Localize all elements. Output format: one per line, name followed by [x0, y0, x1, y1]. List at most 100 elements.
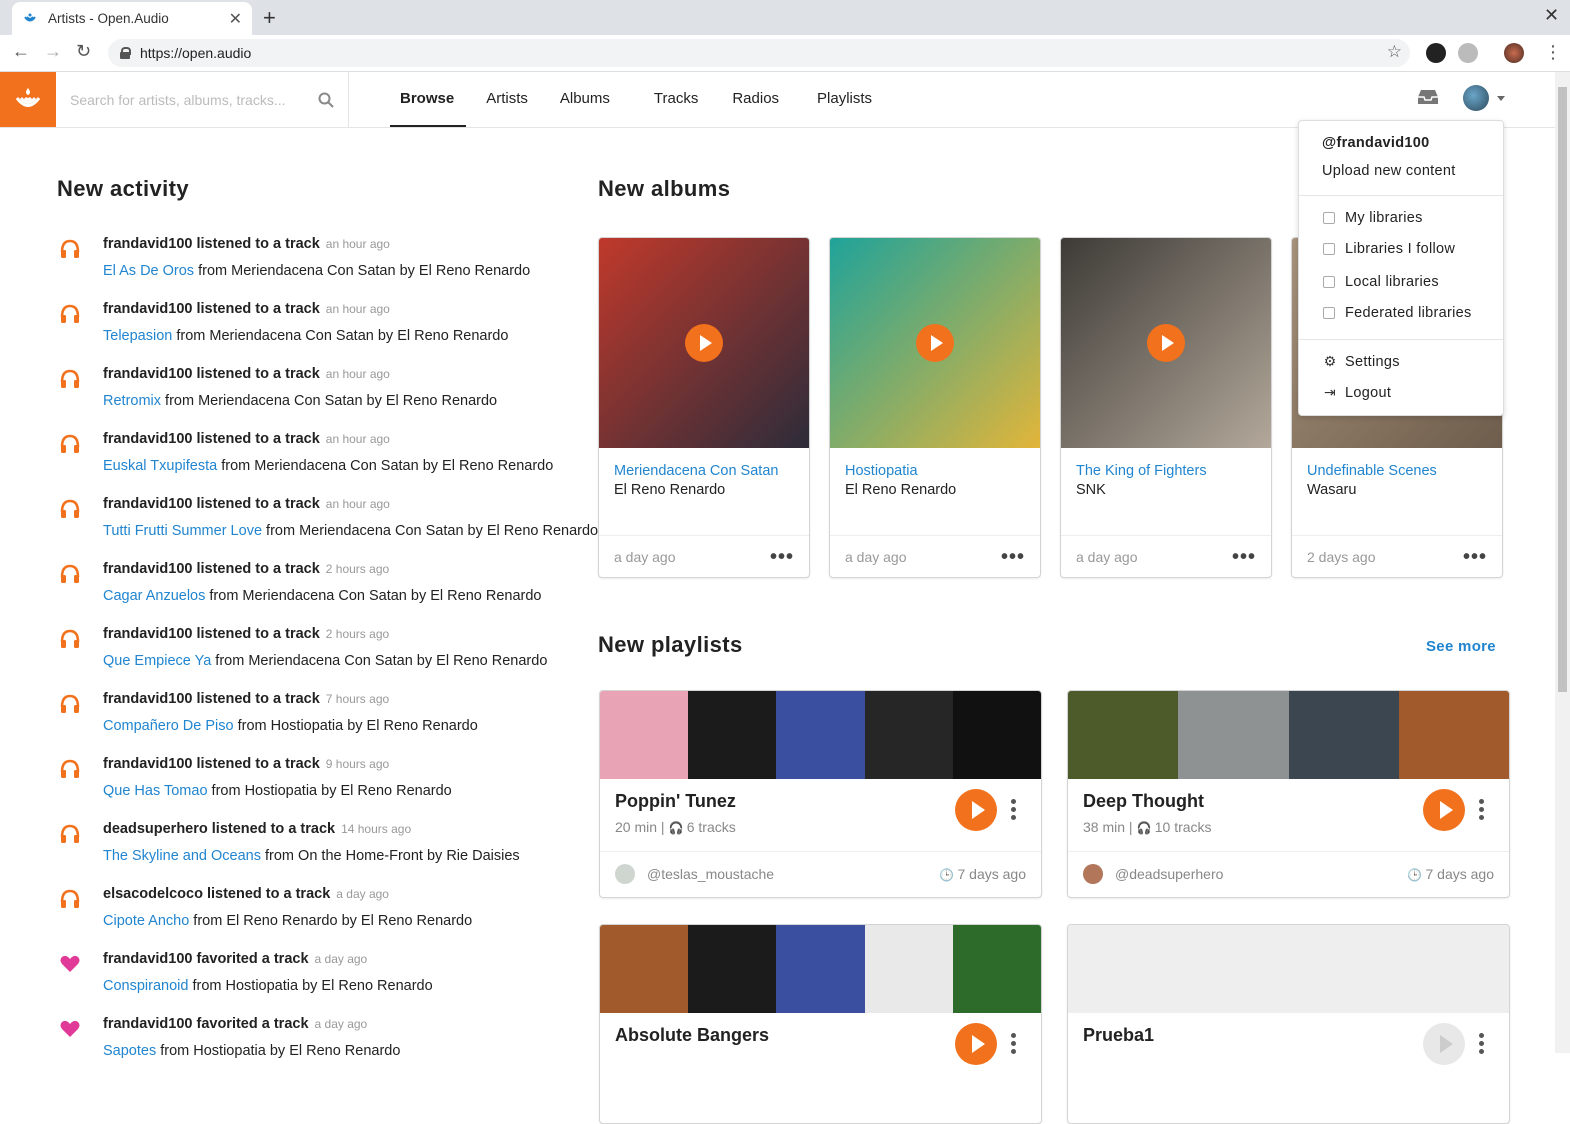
activity-actor[interactable]: frandavid100 listened to a track [103, 496, 320, 512]
album-card[interactable]: The King of Fighters SNK a day ago ••• [1060, 237, 1272, 578]
album-artist[interactable]: SNK [1076, 482, 1106, 498]
play-button[interactable] [1423, 1023, 1465, 1065]
track-link[interactable]: Cipote Ancho [103, 913, 189, 929]
funkwhale-logo-icon[interactable] [0, 72, 56, 127]
track-link[interactable]: Telepasion [103, 328, 172, 344]
more-options-icon[interactable] [1011, 799, 1017, 823]
profile-avatar-icon[interactable] [1504, 43, 1524, 63]
album-artist[interactable]: El Reno Renardo [845, 482, 956, 498]
album-cover[interactable] [599, 238, 809, 448]
close-tab-icon[interactable]: ✕ [229, 9, 242, 29]
more-options-icon[interactable] [1011, 1033, 1017, 1057]
nav-albums[interactable]: Albums [550, 72, 622, 127]
window-close-icon[interactable]: ✕ [1544, 5, 1559, 26]
track-link[interactable]: Sapotes [103, 1043, 156, 1059]
playlist-covers[interactable] [600, 925, 1041, 1013]
play-button[interactable] [1147, 324, 1185, 362]
nav-artists[interactable]: Artists [476, 72, 540, 127]
upload-content-item[interactable]: Upload new content [1322, 163, 1456, 179]
album-cover[interactable] [1061, 238, 1271, 448]
search-input[interactable] [70, 91, 318, 108]
more-options-icon[interactable]: ••• [1001, 546, 1025, 569]
more-options-icon[interactable]: ••• [1463, 546, 1487, 569]
track-link[interactable]: Que Empiece Ya [103, 653, 211, 669]
activity-actor[interactable]: deadsuperhero listened to a track [103, 821, 335, 837]
album-card[interactable]: Hostiopatia El Reno Renardo a day ago ••• [829, 237, 1041, 578]
play-button[interactable] [955, 1023, 997, 1065]
federated-libraries-item[interactable]: Federated libraries [1323, 305, 1472, 321]
more-options-icon[interactable]: ••• [1232, 546, 1256, 569]
checkbox[interactable] [1323, 276, 1335, 288]
dropdown-username[interactable]: @frandavid100 [1322, 135, 1430, 151]
my-libraries-item[interactable]: My libraries [1323, 210, 1423, 226]
nav-playlists[interactable]: Playlists [807, 72, 884, 127]
album-artist[interactable]: El Reno Renardo [614, 482, 725, 498]
album-title-link[interactable]: Meriendacena Con Satan [614, 463, 778, 479]
checkbox[interactable] [1323, 212, 1335, 224]
activity-actor[interactable]: frandavid100 listened to a track [103, 301, 320, 317]
more-options-icon[interactable] [1479, 1033, 1485, 1057]
checkbox[interactable] [1323, 243, 1335, 255]
playlist-covers[interactable] [1068, 691, 1509, 779]
browser-menu-icon[interactable]: ⋮ [1544, 42, 1562, 63]
activity-actor[interactable]: frandavid100 listened to a track [103, 691, 320, 707]
extension-disabled-icon[interactable] [1458, 43, 1478, 63]
track-link[interactable]: The Skyline and Oceans [103, 848, 261, 864]
playlist-card[interactable]: Deep Thought 38 min | 🎧 10 tracks @deadsup… [1067, 690, 1510, 898]
activity-actor[interactable]: elsacodelcoco listened to a track [103, 886, 330, 902]
album-title-link[interactable]: The King of Fighters [1076, 463, 1207, 479]
more-options-icon[interactable] [1479, 799, 1485, 823]
activity-actor[interactable]: frandavid100 listened to a track [103, 626, 320, 642]
local-libraries-item[interactable]: Local libraries [1323, 274, 1439, 290]
album-artist[interactable]: Wasaru [1307, 482, 1356, 498]
inbox-icon[interactable] [1416, 88, 1440, 106]
activity-actor[interactable]: frandavid100 listened to a track [103, 236, 320, 252]
extension-gnome-icon[interactable] [1426, 43, 1446, 63]
play-button[interactable] [685, 324, 723, 362]
track-link[interactable]: El As De Oros [103, 263, 194, 279]
playlist-name[interactable]: Poppin' Tunez [615, 791, 736, 812]
search-icon[interactable] [318, 92, 334, 108]
playlist-card[interactable]: Absolute Bangers [599, 924, 1042, 1124]
track-link[interactable]: Que Has Tomao [103, 783, 208, 799]
activity-actor[interactable]: frandavid100 listened to a track [103, 366, 320, 382]
play-button[interactable] [955, 789, 997, 831]
more-options-icon[interactable]: ••• [770, 546, 794, 569]
play-button[interactable] [1423, 789, 1465, 831]
nav-browse[interactable]: Browse [390, 72, 467, 127]
reload-icon[interactable]: ↻ [76, 41, 91, 62]
playlist-name[interactable]: Deep Thought [1083, 791, 1204, 812]
playlist-name[interactable]: Absolute Bangers [615, 1025, 769, 1046]
album-card[interactable]: Meriendacena Con Satan El Reno Renardo a d… [598, 237, 810, 578]
page-scrollbar[interactable] [1555, 72, 1570, 1053]
activity-actor[interactable]: frandavid100 favorited a track [103, 951, 309, 967]
address-bar[interactable]: https://open.audio ☆ [108, 39, 1410, 67]
playlist-name[interactable]: Prueba1 [1083, 1025, 1154, 1046]
see-more-link[interactable]: See more [1426, 638, 1496, 655]
playlist-owner[interactable]: @teslas_moustache [615, 864, 774, 884]
nav-radios[interactable]: Radios [722, 72, 791, 127]
track-link[interactable]: Retromix [103, 393, 161, 409]
settings-item[interactable]: ⚙ Settings [1323, 353, 1400, 370]
activity-actor[interactable]: frandavid100 listened to a track [103, 431, 320, 447]
browser-tab[interactable]: Artists - Open.Audio ✕ [12, 2, 252, 35]
activity-actor[interactable]: frandavid100 favorited a track [103, 1016, 309, 1032]
playlist-covers[interactable] [1068, 925, 1509, 1013]
libraries-i-follow-item[interactable]: Libraries I follow [1323, 241, 1455, 257]
track-link[interactable]: Tutti Frutti Summer Love [103, 523, 262, 539]
checkbox[interactable] [1323, 307, 1335, 319]
album-cover[interactable] [830, 238, 1040, 448]
playlist-card[interactable]: Poppin' Tunez 20 min | 🎧 6 tracks @teslas_… [599, 690, 1042, 898]
play-button[interactable] [916, 324, 954, 362]
forward-arrow-icon[interactable]: → [44, 41, 62, 62]
activity-actor[interactable]: frandavid100 listened to a track [103, 756, 320, 772]
bookmark-star-icon[interactable]: ☆ [1387, 42, 1402, 62]
track-link[interactable]: Compañero De Piso [103, 718, 234, 734]
activity-actor[interactable]: frandavid100 listened to a track [103, 561, 320, 577]
logout-item[interactable]: ⇥ Logout [1323, 384, 1391, 401]
playlist-card[interactable]: Prueba1 [1067, 924, 1510, 1124]
track-link[interactable]: Cagar Anzuelos [103, 588, 205, 604]
playlist-owner[interactable]: @deadsuperhero [1083, 864, 1223, 884]
track-link[interactable]: Conspiranoid [103, 978, 188, 994]
playlist-covers[interactable] [600, 691, 1041, 779]
